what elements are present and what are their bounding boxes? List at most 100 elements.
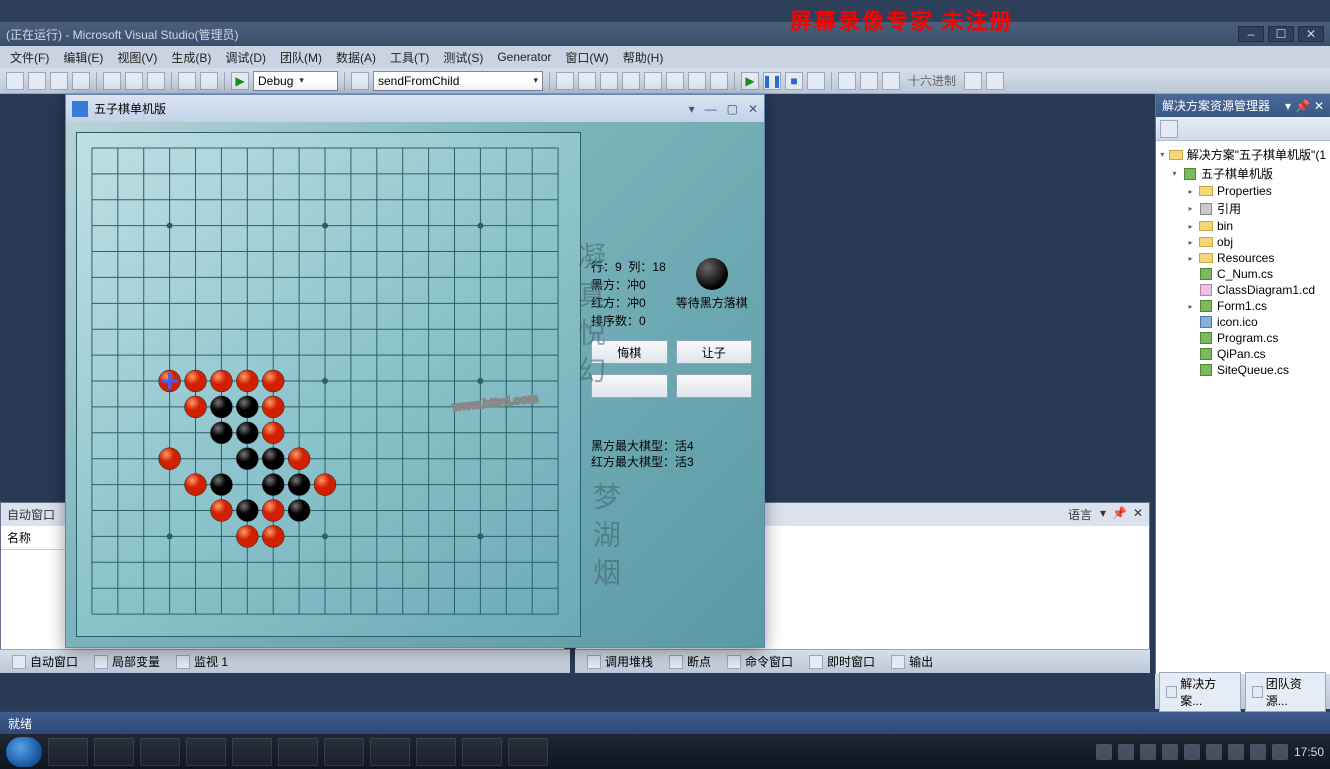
tray-icon-8[interactable] [1250,744,1266,760]
start-button[interactable] [6,737,42,767]
bottom-tab[interactable]: 调用堆栈 [581,651,659,672]
undo-icon[interactable] [178,72,196,90]
tb-icon-6[interactable] [666,72,684,90]
tree-row[interactable]: Program.cs [1158,330,1328,346]
tray-icon-1[interactable] [1096,744,1112,760]
gomoku-board[interactable] [76,132,581,637]
tb-icon-7[interactable] [688,72,706,90]
undo-button[interactable]: 悔棋 [591,340,668,364]
gomoku-dropdown-icon[interactable]: ▾ [689,102,695,116]
bottom-tab[interactable]: 即时窗口 [803,651,881,672]
team-explorer-tab[interactable]: 团队资源... [1245,672,1327,712]
menu-item[interactable]: 团队(M) [274,47,328,68]
dbg-step-over-icon[interactable] [860,72,878,90]
solution-explorer-tab[interactable]: 解决方案... [1159,672,1241,712]
tb-icon-end1[interactable] [964,72,982,90]
menu-item[interactable]: 帮助(H) [617,47,670,68]
gomoku-titlebar[interactable]: 五子棋单机版 ▾ — ▢ ✕ [66,95,764,122]
rl-pin-icon[interactable]: 📌 [1112,506,1127,523]
tree-row[interactable]: C_Num.cs [1158,266,1328,282]
bottom-tab[interactable]: 断点 [663,651,717,672]
menu-item[interactable]: 工具(T) [384,47,435,68]
menu-item[interactable]: 数据(A) [330,47,382,68]
pass-button[interactable]: 让子 [676,340,753,364]
tb-icon-8[interactable] [710,72,728,90]
redo-icon[interactable] [200,72,218,90]
tray-icon-3[interactable] [1140,744,1156,760]
paste-icon[interactable] [147,72,165,90]
tree-row[interactable]: ▸Properties [1158,183,1328,199]
solution-tree[interactable]: ▾解决方案"五子棋单机版"(1▾五子棋单机版▸Properties▸引用▸bin… [1156,141,1330,674]
panel-pin-icon[interactable]: 📌 [1295,99,1310,113]
menu-item[interactable]: 窗口(W) [559,47,614,68]
tb-icon-end2[interactable] [986,72,1004,90]
tree-row[interactable]: ▾五子棋单机版 [1158,164,1328,183]
taskbar-item-9[interactable] [416,738,456,766]
tray-icon-4[interactable] [1162,744,1178,760]
tree-row[interactable]: ClassDiagram1.cd [1158,282,1328,298]
tb-icon-3[interactable] [600,72,618,90]
tree-row[interactable]: ▸obj [1158,234,1328,250]
tree-row[interactable]: icon.ico [1158,314,1328,330]
maximize-button[interactable]: ☐ [1268,26,1294,42]
tb-icon-4[interactable] [622,72,640,90]
tb-icon-1[interactable] [556,72,574,90]
taskbar-clock[interactable]: 17:50 [1294,745,1324,759]
panel-dropdown-icon[interactable]: ▾ [1285,99,1291,113]
bottom-tab[interactable]: 监视 1 [170,651,234,672]
menu-item[interactable]: 生成(B) [165,47,217,68]
gomoku-close-icon[interactable]: ✕ [748,102,758,116]
taskbar-item-6[interactable] [278,738,318,766]
cut-icon[interactable] [103,72,121,90]
dbg-pause-icon[interactable]: ❚❚ [763,72,781,90]
new-project-icon[interactable] [6,72,24,90]
taskbar-item-2[interactable] [94,738,134,766]
menu-item[interactable]: 调试(D) [219,47,272,68]
dbg-stop-icon[interactable]: ■ [785,72,803,90]
menu-item[interactable]: 视图(V) [111,47,163,68]
tray-icon-9[interactable] [1272,744,1288,760]
menu-item[interactable]: 编辑(E) [57,47,109,68]
tb-icon-2[interactable] [578,72,596,90]
taskbar-item-7[interactable] [324,738,364,766]
taskbar-item-5[interactable] [232,738,272,766]
panel-close-icon[interactable]: ✕ [1314,99,1324,113]
bottom-tab[interactable]: 自动窗口 [6,651,84,672]
config-combo[interactable]: Debug▾ [253,71,338,91]
dbg-step-out-icon[interactable] [882,72,900,90]
dbg-restart-icon[interactable] [807,72,825,90]
sol-tb-icon[interactable] [1160,120,1178,138]
open-icon[interactable] [28,72,46,90]
gomoku-minimize-icon[interactable]: — [705,102,717,116]
toolbar-icon-a[interactable] [351,72,369,90]
taskbar-item-11[interactable] [508,738,548,766]
gomoku-maximize-icon[interactable]: ▢ [727,102,738,116]
tree-row[interactable]: ▾解决方案"五子棋单机版"(1 [1158,145,1328,164]
tree-row[interactable]: ▸引用 [1158,199,1328,218]
taskbar-item-3[interactable] [140,738,180,766]
tray-icon-2[interactable] [1118,744,1134,760]
menu-item[interactable]: 文件(F) [4,47,55,68]
start-debug-icon[interactable]: ▶ [231,72,249,90]
tray-icon-7[interactable] [1228,744,1244,760]
tray-icon-6[interactable] [1206,744,1222,760]
bottom-tab[interactable]: 局部变量 [88,651,166,672]
tree-row[interactable]: ▸Resources [1158,250,1328,266]
bottom-tab[interactable]: 命令窗口 [721,651,799,672]
taskbar-item-8[interactable] [370,738,410,766]
rl-dropdown-icon[interactable]: ▾ [1100,506,1106,523]
minimize-button[interactable]: – [1238,26,1264,42]
save-all-icon[interactable] [72,72,90,90]
copy-icon[interactable] [125,72,143,90]
tray-icon-5[interactable] [1184,744,1200,760]
menu-item[interactable]: Generator [491,48,557,66]
tree-row[interactable]: QiPan.cs [1158,346,1328,362]
taskbar-item-4[interactable] [186,738,226,766]
tb-icon-5[interactable] [644,72,662,90]
bottom-tab[interactable]: 输出 [885,651,939,672]
dbg-step-into-icon[interactable] [838,72,856,90]
find-combo[interactable]: sendFromChild▾ [373,71,543,91]
game-button-4[interactable] [676,374,753,398]
save-icon[interactable] [50,72,68,90]
dbg-continue-icon[interactable]: ▶ [741,72,759,90]
